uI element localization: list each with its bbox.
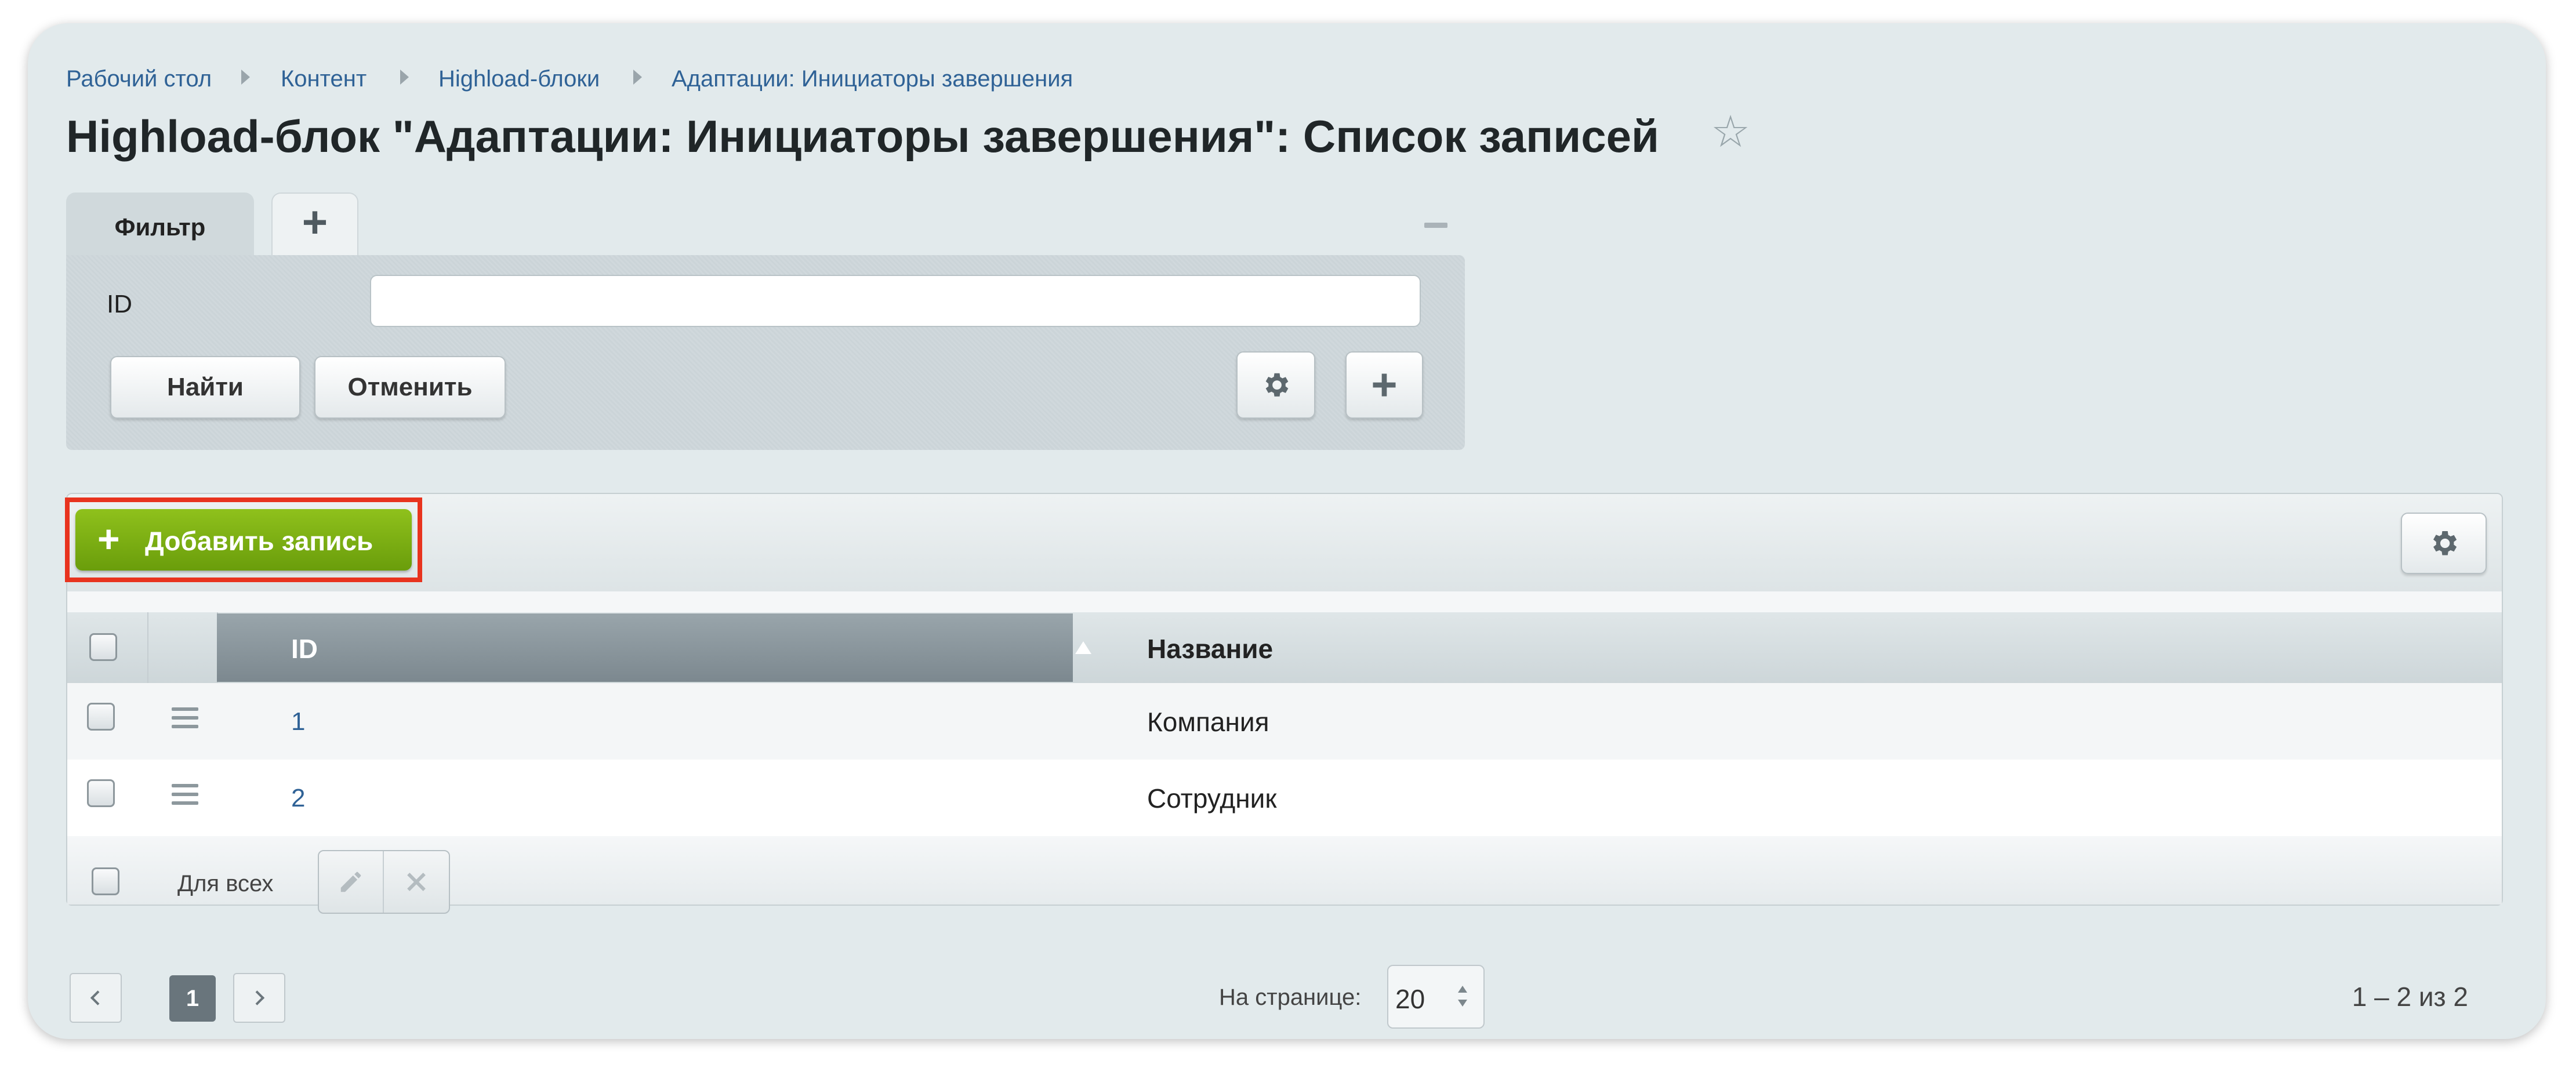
column-header-name[interactable]: Название (1147, 633, 1273, 664)
edit-selected-button[interactable] (319, 851, 383, 913)
row-id-link[interactable]: 1 (291, 707, 305, 736)
column-header-id[interactable] (217, 613, 1073, 682)
cancel-button[interactable]: Отменить (314, 356, 506, 419)
chevron-left-icon (90, 990, 106, 1005)
admin-window: Рабочий стол Контент Highload-блоки Адап… (28, 23, 2546, 1039)
add-filter-tab-button[interactable]: + (271, 193, 358, 257)
star-icon[interactable]: ☆ (1711, 110, 1750, 154)
next-page-button[interactable] (233, 973, 285, 1023)
breadcrumb-item-highload-blocks[interactable]: Highload-блоки (438, 66, 600, 92)
row-checkbox[interactable] (87, 779, 115, 807)
plus-icon (1373, 373, 1396, 397)
row-menu-icon[interactable] (172, 707, 198, 728)
filter-id-input[interactable] (370, 275, 1421, 327)
list-toolbar (67, 494, 2502, 591)
prev-page-button[interactable] (70, 973, 122, 1023)
find-button-label: Найти (167, 373, 244, 401)
table-row[interactable] (67, 683, 2502, 760)
breadcrumb-separator-icon (241, 70, 250, 85)
delete-selected-button[interactable] (384, 851, 449, 913)
filter-settings-button[interactable] (1236, 351, 1315, 419)
per-page-value: 20 (1395, 984, 1425, 1014)
cancel-button-label: Отменить (347, 373, 473, 401)
collapse-filter-icon[interactable] (1424, 223, 1447, 228)
row-name: Компания (1147, 707, 1269, 737)
breadcrumb-item-desktop[interactable]: Рабочий стол (66, 66, 212, 92)
find-button[interactable]: Найти (110, 356, 300, 419)
table-row[interactable] (67, 760, 2502, 836)
chevron-right-icon (249, 990, 265, 1005)
tab-filter-label: Фильтр (114, 213, 206, 241)
column-divider (147, 612, 148, 683)
records-range: 1 – 2 из 2 (2352, 982, 2468, 1012)
for-all-label: Для всех (177, 871, 274, 896)
gear-icon (2433, 531, 2457, 555)
select-all-checkbox[interactable] (89, 633, 117, 661)
page-title: Highload-блок "Адаптации: Инициаторы зав… (66, 111, 1659, 162)
row-menu-icon[interactable] (172, 784, 198, 805)
tab-filter[interactable]: Фильтр (66, 193, 254, 261)
row-checkbox[interactable] (87, 703, 115, 731)
breadcrumb-item-content[interactable]: Контент (281, 66, 367, 92)
pencil-icon (340, 871, 361, 892)
gear-icon (1265, 373, 1289, 397)
page-1-button[interactable]: 1 (169, 975, 216, 1022)
highlight-box (65, 497, 422, 582)
column-header-id-label: ID (291, 634, 318, 664)
per-page-label: На странице: (1219, 985, 1362, 1010)
plus-icon: + (302, 198, 328, 247)
breadcrumb-separator-icon (400, 70, 409, 85)
current-page-number: 1 (186, 986, 199, 1011)
sort-ascending-icon (1075, 641, 1091, 654)
row-name: Сотрудник (1147, 783, 1277, 813)
close-icon (407, 873, 426, 891)
list-settings-button[interactable] (2401, 513, 2487, 574)
filter-add-field-button[interactable] (1345, 351, 1423, 419)
row-id-link[interactable]: 2 (291, 784, 305, 813)
select-arrows-icon (1457, 986, 1468, 1009)
for-all-checkbox[interactable] (92, 867, 119, 895)
breadcrumb-separator-icon (633, 70, 642, 85)
breadcrumb-item-current[interactable]: Адаптации: Инициаторы завершения (672, 66, 1073, 92)
filter-id-label: ID (107, 290, 132, 318)
